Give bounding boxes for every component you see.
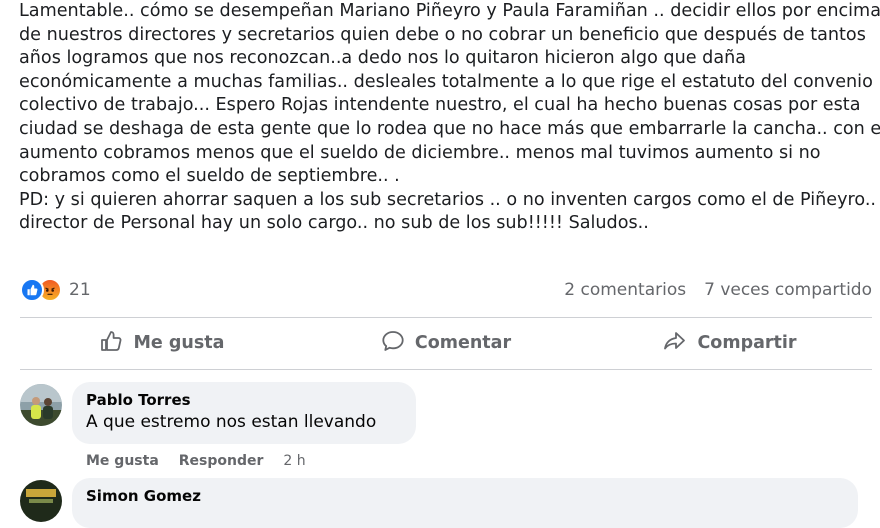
post-line: años logramos que nos reconozcan..a dedo… bbox=[19, 48, 747, 69]
post-line: director de Personal hay un solo cargo..… bbox=[19, 213, 649, 234]
post-line: aumento cobramos menos que el sueldo de … bbox=[19, 142, 821, 163]
post-line: económicamente a muchas familias.. desle… bbox=[19, 71, 873, 92]
comment-text: A que estremo nos estan llevando bbox=[86, 412, 377, 432]
avatar[interactable] bbox=[20, 384, 62, 426]
like-icon bbox=[20, 278, 44, 302]
comment-bubble-icon bbox=[381, 330, 405, 357]
like-button[interactable]: Me gusta bbox=[20, 330, 304, 357]
thumbs-up-icon bbox=[100, 330, 124, 357]
like-button-label: Me gusta bbox=[133, 333, 225, 353]
comment-item: Pablo Torres A que estremo nos estan lle… bbox=[20, 382, 872, 482]
comment-bubble: Pablo Torres A que estremo nos estan lle… bbox=[72, 382, 416, 444]
post-actions: Me gusta Comentar Compartir bbox=[20, 318, 872, 368]
share-button[interactable]: Compartir bbox=[588, 330, 872, 357]
comment-button-label: Comentar bbox=[414, 333, 512, 353]
reactions-summary[interactable] bbox=[20, 278, 62, 302]
divider bbox=[20, 369, 872, 370]
comment-timestamp[interactable]: 2 h bbox=[283, 453, 305, 469]
reaction-count[interactable]: 21 bbox=[69, 280, 91, 300]
post-line: de nuestros directores y secretarios qui… bbox=[19, 24, 866, 45]
post-line: colectivo de trabajo... Espero Rojas int… bbox=[19, 95, 861, 116]
avatar[interactable] bbox=[20, 480, 62, 522]
post-line: ciudad se deshaga de esta gente que lo r… bbox=[19, 118, 880, 139]
post-line: PD: y si quieren ahorrar saquen a los su… bbox=[19, 189, 876, 210]
post-line: cobramos como el sueldo de septiembre.. … bbox=[19, 166, 400, 187]
post-stats: 21 2 comentarios 7 veces compartido bbox=[20, 276, 872, 304]
post-body: Lamentable.. cómo se desempeñan Mariano … bbox=[19, 0, 880, 236]
comment-reply-link[interactable]: Responder bbox=[179, 453, 264, 469]
shares-count-link[interactable]: 7 veces compartido bbox=[704, 280, 872, 300]
comments-count-link[interactable]: 2 comentarios bbox=[564, 280, 686, 300]
comment-like-link[interactable]: Me gusta bbox=[86, 453, 159, 469]
comment-author[interactable]: Pablo Torres bbox=[86, 390, 402, 410]
share-button-label: Compartir bbox=[697, 333, 797, 353]
comment-author[interactable]: Simon Gomez bbox=[86, 486, 844, 506]
comment-meta: Me gusta Responder 2 h bbox=[86, 453, 306, 469]
comment-button[interactable]: Comentar bbox=[304, 330, 588, 357]
comment-bubble: Simon Gomez bbox=[72, 478, 858, 528]
share-arrow-icon bbox=[663, 330, 687, 357]
comment-item: Simon Gomez bbox=[20, 478, 872, 528]
post-line: Lamentable.. cómo se desempeñan Mariano … bbox=[19, 1, 880, 21]
